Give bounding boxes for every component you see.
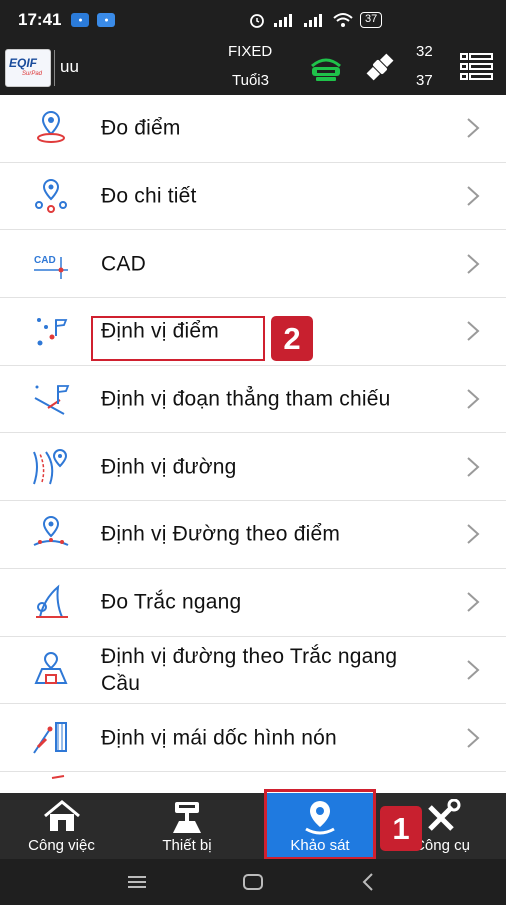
wifi-icon — [333, 13, 353, 27]
list-item-measure-detail[interactable]: Đo chi tiết — [0, 163, 506, 231]
alarm-icon — [250, 14, 264, 28]
list-menu-icon[interactable] — [459, 51, 495, 83]
signal-icon-2 — [304, 14, 322, 27]
list-item-cone-slope[interactable]: Định vị mái dốc hình nón — [0, 704, 506, 772]
project-name[interactable]: uu — [60, 57, 79, 77]
messenger-app-icon: ● — [97, 13, 116, 27]
list-item-cad[interactable]: CAD CAD — [0, 230, 506, 299]
battery-indicator: 37 — [360, 12, 383, 28]
list-item-cross-section[interactable]: Đo Trắc ngang — [0, 569, 506, 637]
detail-pins-icon — [35, 179, 67, 214]
stakeout-line-icon — [34, 385, 70, 415]
home-button-icon[interactable] — [242, 873, 264, 891]
survey-menu-list: Đo điểm Đo chi tiết CAD CAD Định vị điểm… — [0, 95, 506, 793]
item-label: Đo chi tiết — [101, 184, 197, 208]
chevron-right-icon — [467, 186, 480, 206]
list-item-stakeout-line[interactable]: Định vị đoạn thẳng tham chiếu — [0, 366, 506, 434]
status-bar: 17:41 ● ● 37 — [0, 0, 506, 40]
list-item-bridge-section[interactable]: Định vị đường theo Trắc ngang Cầu — [0, 637, 506, 705]
chevron-right-icon — [467, 660, 480, 680]
step-1-highlight-box — [264, 789, 376, 860]
list-item-partial[interactable] — [0, 772, 506, 793]
item-label: CAD — [101, 252, 146, 276]
recent-apps-icon[interactable] — [126, 874, 148, 890]
receiver-icon — [173, 802, 201, 833]
satellites-visible: 37 — [416, 72, 433, 89]
system-nav-bar — [0, 859, 506, 905]
chat-app-icon: ● — [71, 13, 90, 27]
header-divider — [54, 50, 55, 86]
step-2-badge: 2 — [271, 316, 313, 361]
status-time: 17:41 — [18, 10, 62, 29]
chevron-right-icon — [467, 727, 480, 748]
chevron-right-icon — [467, 524, 480, 545]
tools-icon — [428, 799, 461, 831]
chevron-right-icon — [467, 253, 480, 274]
stakeout-point-icon — [37, 318, 68, 346]
item-label: Đo điểm — [101, 116, 181, 140]
svg-text:CAD: CAD — [34, 255, 56, 266]
partial-item-icon — [51, 774, 65, 779]
chevron-right-icon — [467, 592, 480, 612]
cone-slope-icon — [33, 721, 67, 754]
bottom-tab-bar: Công việc Thiết bị Khảo sát Công cụ — [0, 793, 506, 859]
list-item-measure-point[interactable]: Đo điểm — [0, 95, 506, 163]
logo-subtext: SurPad — [22, 71, 43, 77]
list-item-stakeout-road[interactable]: Định vị đường — [0, 433, 506, 502]
status-indicators: 37 — [248, 12, 383, 28]
item-label: Định vị đường theo Trắc ngang Cầu — [101, 644, 398, 695]
app-logo[interactable]: EQIF SurPad — [5, 49, 51, 87]
item-label: Định vị Đường theo điểm — [101, 522, 341, 546]
rover-receiver-icon[interactable] — [306, 52, 346, 84]
tab-thiet-bi[interactable]: Thiết bị — [123, 793, 251, 859]
cross-section-icon — [36, 584, 68, 619]
list-item-road-by-point[interactable]: Định vị Đường theo điểm — [0, 501, 506, 569]
point-pin-icon — [37, 111, 65, 144]
satellite-icon[interactable] — [362, 50, 398, 84]
chevron-right-icon — [467, 118, 480, 139]
road-by-point-icon — [33, 516, 69, 547]
item-label: Định vị đoạn thẳng tham chiếu — [101, 387, 391, 411]
item-label: Đo Trắc ngang — [101, 590, 242, 614]
stakeout-road-icon — [33, 448, 68, 485]
fix-age: Tuổi3 — [232, 72, 269, 89]
tab-label: Công việc — [28, 837, 95, 854]
bridge-section-icon — [34, 651, 68, 684]
cad-icon: CAD — [34, 255, 68, 279]
item-label: Định vị mái dốc hình nón — [101, 726, 337, 750]
logo-text: EQIF — [9, 56, 38, 70]
chevron-right-icon — [467, 321, 480, 342]
back-button-icon[interactable] — [360, 872, 376, 892]
step-1-badge: 1 — [380, 806, 422, 851]
item-label: Định vị đường — [101, 455, 237, 479]
step-2-highlight-box — [91, 316, 265, 361]
tab-cong-viec[interactable]: Công việc — [0, 793, 123, 859]
satellites-used: 32 — [416, 43, 433, 60]
tab-label: Thiết bị — [162, 837, 212, 854]
chevron-right-icon — [467, 457, 480, 477]
app-header: EQIF SurPad uu FIXED Tuổi3 32 37 — [0, 40, 506, 95]
signal-icon — [274, 14, 292, 27]
chevron-right-icon — [467, 389, 480, 409]
fix-status: FIXED — [228, 43, 273, 60]
home-icon — [43, 800, 80, 831]
